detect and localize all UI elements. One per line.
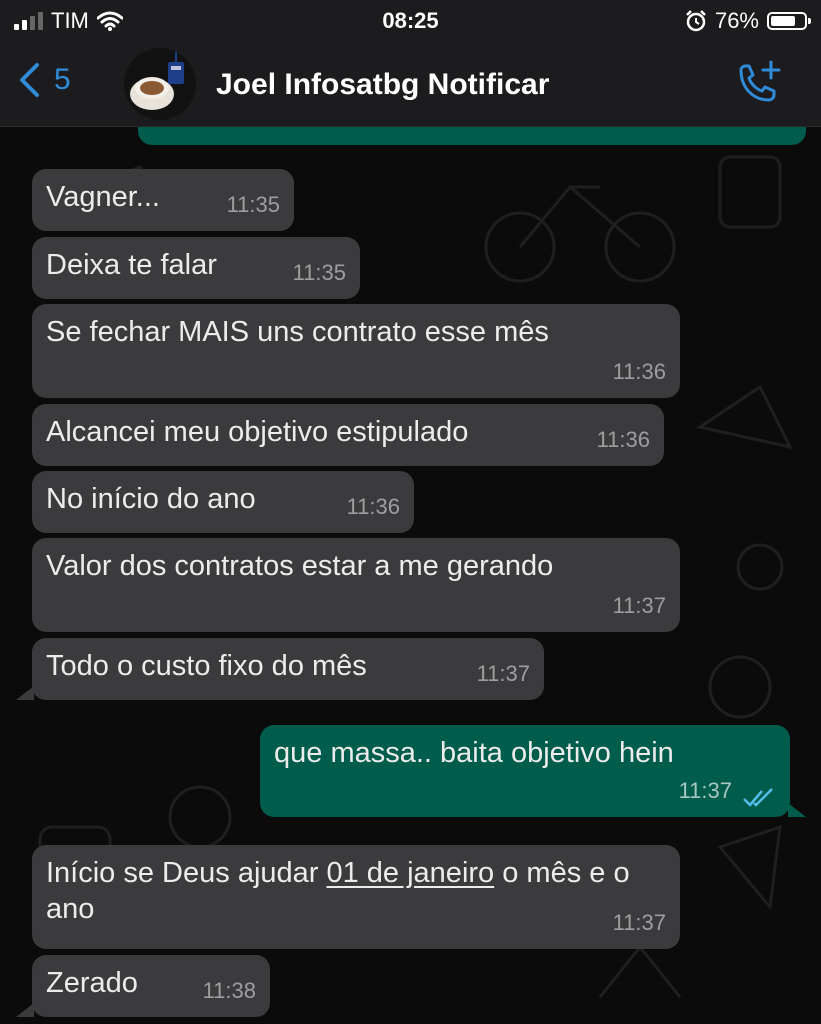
bubble-tail: [16, 686, 34, 700]
message-timestamp: 11:35: [292, 260, 346, 285]
incoming-message-bubble[interactable]: No início do ano 11:36: [32, 471, 414, 533]
battery-percent: 76%: [714, 8, 759, 33]
message-text: Se fechar MAIS uns contrato esse mês: [46, 316, 549, 348]
avatar[interactable]: [124, 48, 196, 120]
message-timestamp: 11:37: [612, 593, 666, 618]
previous-message-bubble[interactable]: [138, 127, 806, 145]
status-bar: TIM 08:25 76%: [0, 0, 821, 44]
message-timestamp: 11:35: [226, 192, 280, 217]
message-text: Valor dos contratos estar a me gerando: [46, 550, 554, 582]
incoming-message-bubble[interactable]: Início se Deus ajudar 01 de janeiro o mê…: [32, 845, 680, 949]
message-timestamp: 11:37: [612, 910, 666, 935]
message-list[interactable]: Vagner... 11:35 Deixa te falar 11:35 Se fech…: [0, 127, 821, 1024]
message-text: Alcancei meu objetivo estipulado: [46, 416, 469, 448]
alarm-icon: [686, 10, 706, 32]
chevron-left-icon: [20, 63, 39, 97]
incoming-message-bubble[interactable]: Deixa te falar 11:35: [32, 237, 360, 299]
outgoing-message-bubble[interactable]: que massa.. baita objetivo hein 11:37: [260, 725, 790, 817]
back-button[interactable]: 5: [18, 62, 71, 98]
message-text: Todo o custo fixo do mês: [46, 650, 367, 682]
battery-icon: [767, 12, 811, 30]
incoming-message-bubble[interactable]: Vagner... 11:35: [32, 169, 294, 231]
message-text: Início se Deus ajudar 01 de janeiro o mê…: [46, 855, 646, 927]
message-text: que massa.. baita objetivo hein: [274, 737, 674, 769]
message-timestamp: 11:36: [596, 427, 650, 452]
incoming-message-bubble[interactable]: Zerado 11:38: [32, 955, 270, 1017]
message-timestamp: 11:37: [476, 661, 530, 686]
add-call-icon[interactable]: [733, 60, 781, 108]
incoming-message-bubble[interactable]: Todo o custo fixo do mês 11:37: [32, 638, 544, 700]
incoming-message-bubble[interactable]: Se fechar MAIS uns contrato esse mês 11:3…: [32, 304, 680, 398]
incoming-message-bubble[interactable]: Valor dos contratos estar a me gerando 11…: [32, 538, 680, 632]
bubble-tail: [16, 1003, 34, 1017]
message-timestamp: 11:37: [678, 778, 732, 803]
message-text-segment: Início se Deus ajudar: [46, 857, 327, 889]
read-receipt-icon: [743, 788, 773, 807]
contact-name[interactable]: Joel Infosatbg Notificar: [216, 68, 549, 102]
incoming-message-bubble[interactable]: Alcancei meu objetivo estipulado 11:36: [32, 404, 664, 466]
message-timestamp: 11:36: [346, 494, 400, 519]
date-link[interactable]: 01 de janeiro: [326, 857, 494, 889]
unread-count: 5: [54, 63, 71, 96]
message-timestamp: 11:36: [612, 359, 666, 384]
message-timestamp: 11:38: [202, 978, 256, 1003]
chat-header: 5 Joel Infosatbg Notificar: [0, 44, 821, 127]
bubble-tail: [788, 803, 806, 817]
